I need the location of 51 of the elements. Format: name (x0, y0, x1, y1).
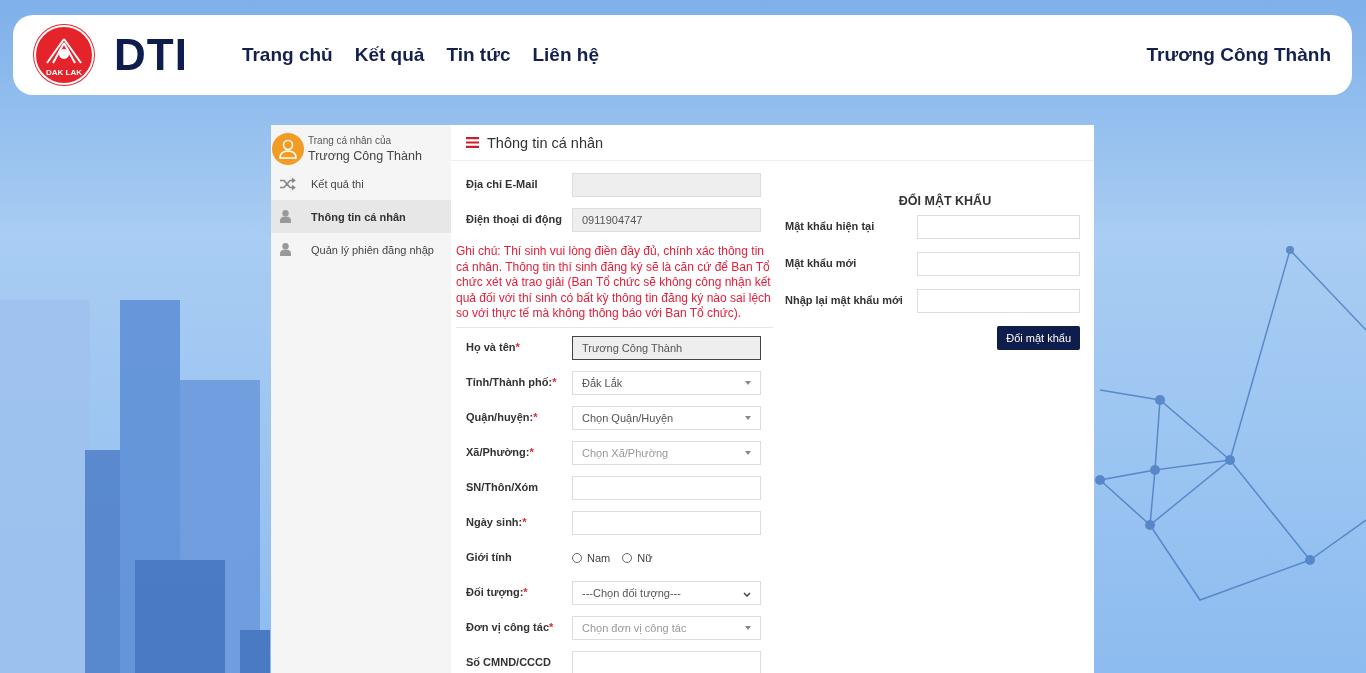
password-field[interactable] (917, 289, 1080, 313)
sidebar-item[interactable]: Thông tin cá nhân (271, 200, 451, 233)
brand-name: DTI (114, 30, 188, 80)
panel-title: Thông tin cá nhân (487, 134, 604, 151)
password-field[interactable] (917, 215, 1080, 239)
field-label: Điện thoại di động (466, 212, 563, 228)
field-label: Tỉnh/Thành phố:* (466, 374, 558, 390)
note-text: Ghi chú: Thí sinh vui lòng điền đầy đủ, chính xác thông tin cá nhân. Thông tin thí sinh đăng ký sẽ là căn cứ để Ban Tổ chức xét và trao giải (Ban Tổ chức sẽ không công nhận kết quả đối với thí sinh có bất kỳ thông tin đăng ký nào sai lệch so với thực tế mà không thông báo với Ban Tổ chức). (456, 244, 772, 322)
section-title: ĐỔI MẬT KHẨU (897, 194, 993, 208)
nav-link[interactable]: Liên hệ (532, 44, 599, 66)
sidebar-item[interactable]: Kết quả thi (271, 167, 451, 200)
profile-caption: Trang cá nhân của (308, 135, 393, 146)
dropdown[interactable]: Đắk Lắk (572, 370, 761, 395)
sidebar-item[interactable]: Quản lý phiên đăng nhập (271, 233, 451, 266)
caret-icon (745, 415, 751, 420)
menu-icon[interactable] (466, 137, 479, 148)
nav-link[interactable]: Trang chủ (241, 44, 333, 66)
profile-name: Trương Công Thành (308, 149, 422, 163)
field-label: Mật khẩu mới (785, 256, 858, 272)
field-label: Họ và tên* (466, 339, 521, 356)
field-label: Xã/Phường:* (466, 444, 535, 460)
change-password-button[interactable]: Đổi mật khẩu (997, 326, 1080, 350)
logo: DAK LAK (34, 25, 94, 85)
input-field[interactable] (572, 650, 761, 673)
user-icon (280, 210, 291, 223)
field-label: Ngày sinh:* (466, 514, 528, 530)
field-label: SN/Thôn/Xóm (466, 479, 540, 495)
caret-icon (745, 625, 751, 630)
caret-icon (745, 450, 751, 455)
dropdown[interactable]: ---Chọn đối tượng--- (572, 580, 761, 605)
field-label: Nhập lại mật khẩu mới (785, 293, 904, 309)
input-field[interactable] (572, 475, 761, 500)
input-field[interactable] (572, 510, 761, 535)
field-label: Địa chỉ E-Mail (466, 177, 539, 193)
field-label: Mật khẩu hiện tại (785, 219, 876, 235)
field-label: Quận/huyện:* (466, 409, 539, 426)
field-label: Đối tượng:* (466, 584, 529, 601)
field-label: Đơn vị công tác* (466, 619, 555, 636)
nav-link[interactable]: Kết quả (354, 44, 425, 66)
password-field[interactable] (917, 252, 1080, 276)
field-label: Số CMND/CCCD (466, 654, 552, 670)
shuffle-icon (280, 177, 296, 190)
user-name[interactable]: Trương Công Thành (1146, 44, 1331, 66)
radio-option[interactable]: Nữ (622, 551, 653, 564)
dropdown[interactable]: Chọn Quận/Huyện (572, 405, 761, 430)
user-icon (280, 243, 291, 256)
radio-option[interactable]: Nam (572, 551, 611, 564)
nav-link[interactable]: Tin tức (446, 44, 511, 66)
field-label: Giới tính (466, 549, 513, 565)
chevron-icon (743, 591, 751, 597)
caret-icon (745, 380, 751, 385)
